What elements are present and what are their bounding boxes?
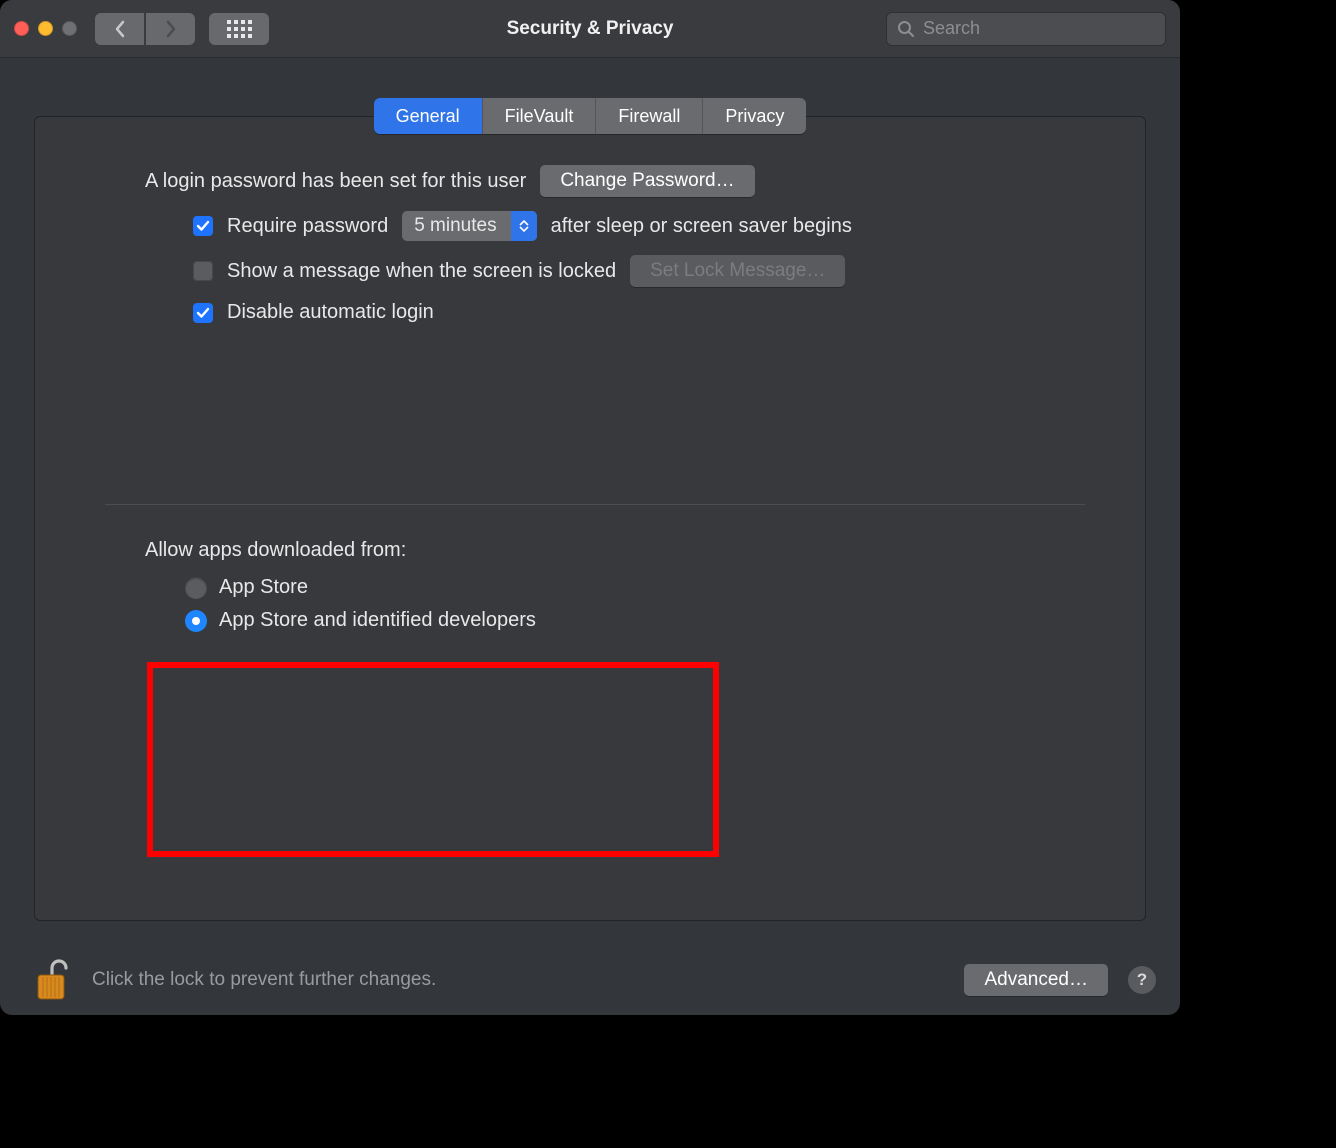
lock-region[interactable]: Click the lock to prevent further change… bbox=[34, 957, 436, 1003]
check-icon bbox=[196, 306, 210, 320]
require-password-checkbox[interactable] bbox=[193, 216, 213, 236]
chevron-right-icon bbox=[165, 20, 177, 38]
login-password-text: A login password has been set for this u… bbox=[145, 170, 526, 193]
tab-general[interactable]: General bbox=[374, 98, 483, 134]
pane-body: General FileVault Firewall Privacy A log… bbox=[0, 58, 1180, 945]
tab-privacy[interactable]: Privacy bbox=[703, 98, 806, 134]
search-icon bbox=[897, 20, 915, 38]
login-password-row: A login password has been set for this u… bbox=[145, 165, 1085, 197]
help-button[interactable]: ? bbox=[1128, 966, 1156, 994]
preferences-window: Security & Privacy General FileVault Fir… bbox=[0, 0, 1180, 1015]
window-controls bbox=[14, 21, 77, 36]
allow-apps-section: Allow apps downloaded from: App Store Ap… bbox=[145, 539, 1085, 632]
general-pane: A login password has been set for this u… bbox=[34, 116, 1146, 921]
tab-firewall[interactable]: Firewall bbox=[596, 98, 703, 134]
allow-app-store-row: App Store bbox=[145, 576, 1085, 599]
after-sleep-text: after sleep or screen saver begins bbox=[551, 215, 852, 238]
footer: Click the lock to prevent further change… bbox=[0, 945, 1180, 1015]
tabs: General FileVault Firewall Privacy bbox=[374, 98, 807, 134]
search-input[interactable] bbox=[923, 18, 1155, 39]
tab-filevault[interactable]: FileVault bbox=[483, 98, 597, 134]
show-message-row: Show a message when the screen is locked… bbox=[145, 255, 1085, 287]
forward-button[interactable] bbox=[146, 13, 195, 45]
minimize-window-button[interactable] bbox=[38, 21, 53, 36]
close-window-button[interactable] bbox=[14, 21, 29, 36]
search-field[interactable] bbox=[886, 12, 1166, 46]
section-divider bbox=[105, 504, 1085, 505]
allow-identified-label: App Store and identified developers bbox=[219, 609, 536, 632]
unlocked-padlock-icon bbox=[34, 957, 72, 1003]
annotation-highlight-box bbox=[147, 662, 719, 857]
back-button[interactable] bbox=[95, 13, 144, 45]
allow-identified-row: App Store and identified developers bbox=[145, 609, 1085, 632]
lock-hint-text: Click the lock to prevent further change… bbox=[92, 969, 436, 991]
allow-apps-heading: Allow apps downloaded from: bbox=[145, 539, 1085, 562]
disable-auto-login-row: Disable automatic login bbox=[145, 301, 1085, 324]
require-password-row: Require password 5 minutes after sleep o… bbox=[145, 211, 1085, 241]
grid-icon bbox=[227, 20, 252, 38]
disable-auto-login-checkbox[interactable] bbox=[193, 303, 213, 323]
require-password-delay-select[interactable]: 5 minutes bbox=[402, 211, 536, 241]
change-password-button[interactable]: Change Password… bbox=[540, 165, 754, 197]
show-message-label: Show a message when the screen is locked bbox=[227, 260, 616, 283]
select-stepper-icon bbox=[511, 211, 537, 241]
nav-buttons bbox=[95, 13, 195, 45]
tabs-row: General FileVault Firewall Privacy bbox=[34, 98, 1146, 134]
require-password-delay-value: 5 minutes bbox=[402, 215, 510, 237]
zoom-window-button[interactable] bbox=[62, 21, 77, 36]
show-all-button[interactable] bbox=[209, 13, 269, 45]
titlebar: Security & Privacy bbox=[0, 0, 1180, 58]
chevron-left-icon bbox=[114, 20, 126, 38]
show-message-checkbox[interactable] bbox=[193, 261, 213, 281]
allow-app-store-label: App Store bbox=[219, 576, 308, 599]
allow-app-store-radio[interactable] bbox=[185, 577, 207, 599]
require-password-label: Require password bbox=[227, 215, 388, 238]
check-icon bbox=[196, 219, 210, 233]
allow-identified-radio[interactable] bbox=[185, 610, 207, 632]
advanced-button[interactable]: Advanced… bbox=[964, 964, 1108, 996]
disable-auto-login-label: Disable automatic login bbox=[227, 301, 434, 324]
set-lock-message-button: Set Lock Message… bbox=[630, 255, 845, 287]
